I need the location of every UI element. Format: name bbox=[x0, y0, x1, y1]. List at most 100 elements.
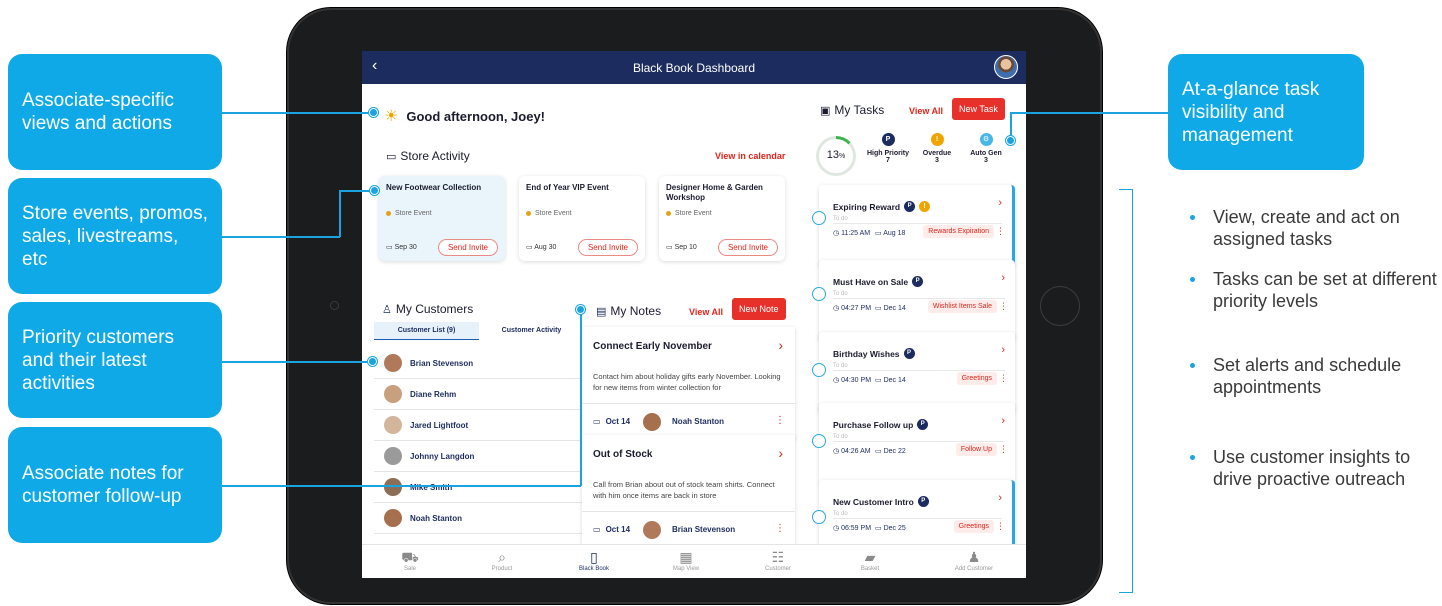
send-invite-button[interactable]: Send Invite bbox=[437, 239, 498, 256]
customer-row[interactable]: Brian Stevenson bbox=[374, 348, 584, 379]
bullet-item: Tasks can be set at different priority l… bbox=[1190, 268, 1440, 312]
more-options-icon[interactable]: ⋮ bbox=[999, 301, 1008, 312]
task-tag: Follow Up bbox=[955, 443, 997, 456]
connector-line bbox=[222, 485, 581, 487]
priority-icon: P bbox=[917, 496, 929, 507]
app-screen: ‹ Black Book Dashboard ☀ Good afternoon,… bbox=[362, 51, 1026, 578]
customer-row[interactable]: Noah Stanton bbox=[374, 503, 584, 534]
chevron-right-icon[interactable]: › bbox=[1001, 272, 1005, 284]
priority-icon: P bbox=[903, 348, 915, 359]
person-icon: ♙ bbox=[382, 303, 392, 316]
nav-map-view[interactable]: ▦ Map View bbox=[646, 549, 726, 572]
task-tag: Greetings bbox=[953, 520, 994, 533]
connector-dot bbox=[576, 305, 585, 314]
callout-associate-notes: Associate notes for customer follow-up bbox=[8, 427, 222, 543]
marketing-canvas: Associate-specific views and actions Sto… bbox=[0, 0, 1442, 606]
nav-basket[interactable]: ▰ Basket bbox=[830, 549, 910, 572]
nav-customer[interactable]: ☷ Customer bbox=[738, 549, 818, 572]
tablet-camera bbox=[330, 301, 339, 310]
task-card[interactable]: Birthday Wishes P › To do ◷ 04:30 PM ▭ De… bbox=[819, 332, 1015, 414]
calendar-icon: ▭ bbox=[593, 525, 601, 534]
more-options-icon[interactable]: ⋮ bbox=[775, 523, 785, 534]
connector-line bbox=[222, 236, 340, 238]
send-invite-button[interactable]: Send Invite bbox=[717, 239, 778, 256]
more-options-icon[interactable]: ⋮ bbox=[999, 373, 1008, 384]
stat-auto-gen[interactable]: ⚙ Auto Gen 3 bbox=[962, 133, 1010, 164]
event-card[interactable]: Designer Home & Garden Workshop Store Ev… bbox=[659, 176, 785, 261]
tab-customer-activity[interactable]: Customer Activity bbox=[479, 322, 584, 340]
customer-row[interactable]: Johnny Langdon bbox=[374, 441, 584, 472]
stat-overdue[interactable]: ! Overdue 3 bbox=[913, 133, 961, 164]
alert-icon: ! bbox=[930, 133, 944, 146]
chevron-right-icon[interactable]: › bbox=[778, 337, 783, 353]
calendar-icon: ▭ bbox=[526, 244, 535, 251]
nav-add-customer[interactable]: ♟ Add Customer bbox=[934, 549, 1014, 572]
connector-dot bbox=[369, 108, 378, 117]
cart-icon: ⛟ bbox=[401, 549, 419, 565]
task-card[interactable]: Purchase Follow up P › To do ◷ 04:26 AM ▭… bbox=[819, 403, 1015, 485]
customer-row[interactable]: Diane Rehm bbox=[374, 379, 584, 410]
more-options-icon[interactable]: ⋮ bbox=[999, 444, 1008, 455]
task-checkbox[interactable] bbox=[812, 363, 826, 377]
nav-sale[interactable]: ⛟ Sale bbox=[370, 549, 450, 572]
customer-row[interactable]: Mike Smith bbox=[374, 472, 584, 503]
sun-icon: ☀ bbox=[384, 108, 399, 125]
notes-view-all-link[interactable]: View All bbox=[689, 307, 723, 317]
bracket bbox=[1119, 189, 1133, 593]
task-tag: Wishlist Items Sale bbox=[927, 300, 997, 313]
more-options-icon[interactable]: ⋮ bbox=[996, 521, 1005, 532]
task-card[interactable]: Must Have on Sale P › To do ◷ 04:27 PM ▭ … bbox=[819, 260, 1015, 342]
task-checkbox[interactable] bbox=[812, 287, 826, 301]
alert-icon: ! bbox=[919, 201, 931, 212]
customer-avatar bbox=[384, 509, 402, 527]
app-header: ‹ Black Book Dashboard bbox=[362, 51, 1026, 84]
chevron-right-icon[interactable]: › bbox=[1001, 415, 1005, 427]
task-checkbox[interactable] bbox=[812, 211, 826, 225]
callout-associate-views: Associate-specific views and actions bbox=[8, 54, 222, 170]
book-icon: ▯ bbox=[590, 549, 598, 565]
chevron-right-icon[interactable]: › bbox=[998, 492, 1002, 504]
more-options-icon[interactable]: ⋮ bbox=[996, 226, 1005, 237]
customer-row[interactable]: Jared Lightfoot bbox=[374, 410, 584, 441]
bullet-item: View, create and act on assigned tasks bbox=[1190, 206, 1440, 250]
more-options-icon[interactable]: ⋮ bbox=[775, 415, 785, 426]
new-note-button[interactable]: New Note bbox=[732, 298, 786, 320]
nav-product[interactable]: ⌕ Product bbox=[462, 549, 542, 572]
bullet-item: Set alerts and schedule appointments bbox=[1190, 354, 1440, 398]
calendar-icon: ▭ bbox=[386, 150, 397, 163]
connector-dot bbox=[368, 357, 377, 366]
people-icon: ☷ bbox=[771, 549, 785, 565]
gear-icon: ⚙ bbox=[979, 133, 993, 146]
new-task-button[interactable]: New Task bbox=[952, 98, 1005, 120]
note-card[interactable]: Connect Early November › Contact him abo… bbox=[582, 327, 795, 439]
task-card[interactable]: Expiring Reward P! › To do ◷ 11:25 AM ▭ A… bbox=[819, 185, 1015, 267]
nav-black-book[interactable]: ▯ Black Book bbox=[554, 549, 634, 572]
customer-avatar bbox=[384, 447, 402, 465]
my-tasks-title: ▣ My Tasks bbox=[820, 103, 885, 117]
tasks-view-all-link[interactable]: View All bbox=[909, 106, 943, 116]
event-card[interactable]: New Footwear Collection Store Event ▭ Se… bbox=[379, 176, 505, 261]
customer-avatar bbox=[384, 354, 402, 372]
user-avatar[interactable] bbox=[994, 55, 1018, 79]
chevron-right-icon[interactable]: › bbox=[1001, 344, 1005, 356]
view-calendar-link[interactable]: View in calendar bbox=[715, 151, 785, 161]
customer-avatar bbox=[643, 412, 662, 431]
my-notes-title: ▤ My Notes bbox=[596, 304, 662, 318]
calendar-icon: ▭ bbox=[386, 244, 395, 251]
stat-high-priority[interactable]: P High Priority 7 bbox=[864, 133, 912, 164]
tab-customer-list[interactable]: Customer List (9) bbox=[374, 322, 479, 340]
task-checkbox[interactable] bbox=[812, 510, 826, 524]
my-customers-title: ♙ My Customers bbox=[382, 302, 474, 316]
note-card[interactable]: Out of Stock › Call from Brian about out… bbox=[582, 435, 795, 547]
bullet-item: Use customer insights to drive proactive… bbox=[1190, 446, 1440, 490]
connector-line bbox=[339, 190, 341, 237]
bottom-nav: ⛟ Sale ⌕ Product ▯ Black Book ▦ Map View ☷ Cu… bbox=[362, 544, 1026, 578]
send-invite-button[interactable]: Send Invite bbox=[577, 239, 638, 256]
priority-icon: P bbox=[904, 201, 916, 212]
greeting: ☀ Good afternoon, Joey! bbox=[384, 108, 546, 125]
tablet-home-button bbox=[1040, 286, 1080, 326]
chevron-right-icon[interactable]: › bbox=[998, 197, 1002, 209]
task-checkbox[interactable] bbox=[812, 434, 826, 448]
chevron-right-icon[interactable]: › bbox=[778, 445, 783, 461]
event-card[interactable]: End of Year VIP Event Store Event ▭ Aug … bbox=[519, 176, 645, 261]
